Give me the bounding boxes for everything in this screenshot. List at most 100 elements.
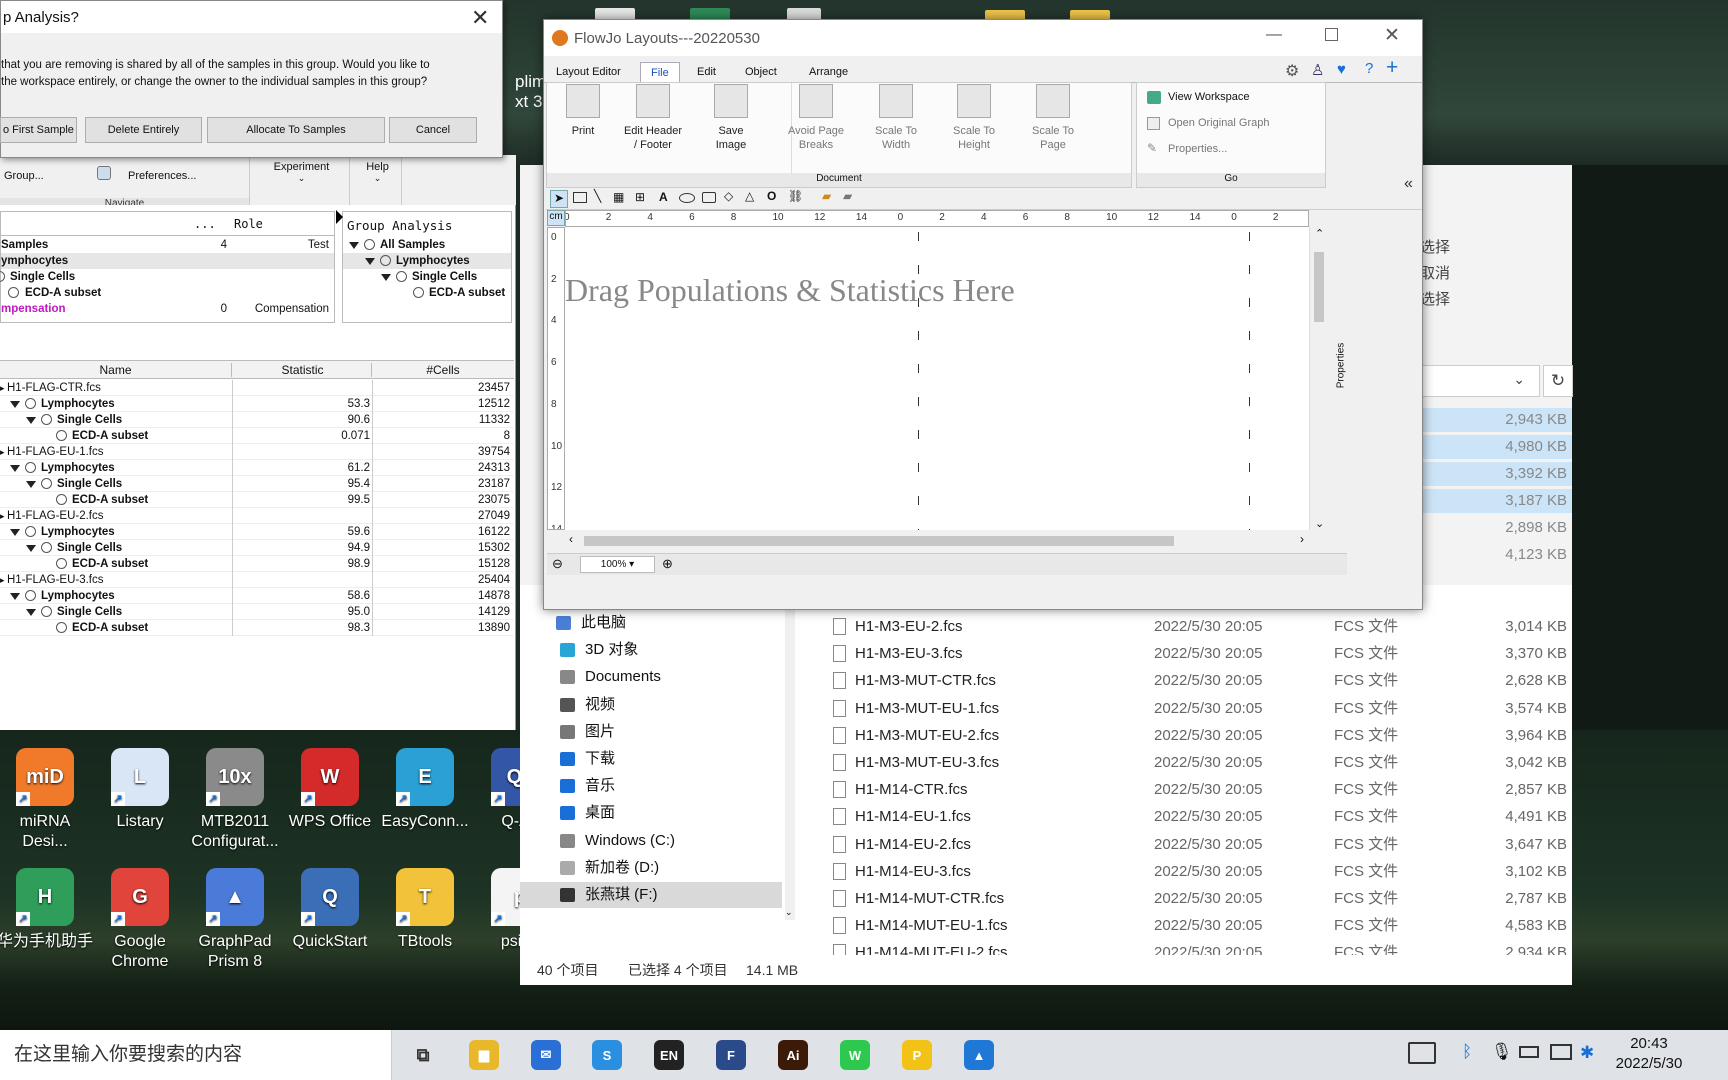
- zoom-out-icon[interactable]: ⊖: [552, 556, 563, 572]
- statistic-column-header[interactable]: Statistic: [234, 363, 372, 377]
- sample-row[interactable]: Lymphocytes 61.2 24313: [0, 460, 514, 476]
- scroll-thumb[interactable]: [1314, 252, 1324, 322]
- file-row[interactable]: H1-M14-MUT-CTR.fcs 2022/5/30 20:05 FCS 文件 2…: [520, 885, 1572, 912]
- desktop-icon[interactable]: 10x ↗ MTB2011 Configurat...: [187, 748, 283, 852]
- sample-row[interactable]: ▸ H1-FLAG-EU-2.fcs 27049: [0, 508, 514, 524]
- file-row[interactable]: H1-M3-EU-3.fcs 2022/5/30 20:05 FCS 文件 3,370…: [520, 640, 1572, 667]
- flowjo-icon[interactable]: F: [716, 1040, 746, 1070]
- sample-row[interactable]: ECD-A subset 0.071 8: [0, 428, 514, 444]
- security-icon[interactable]: ✱: [1580, 1043, 1594, 1063]
- expand-arrow-icon[interactable]: ▸: [0, 444, 5, 460]
- file-row[interactable]: H1-M3-MUT-EU-2.fcs 2022/5/30 20:05 FCS 文件 3…: [520, 722, 1572, 749]
- tab-arrange[interactable]: Arrange: [799, 62, 858, 82]
- sample-row[interactable]: Single Cells 95.4 23187: [0, 476, 514, 492]
- sample-row[interactable]: ECD-A subset 98.3 13890: [0, 620, 514, 636]
- microphone-icon[interactable]: 🎙: [1491, 1042, 1513, 1062]
- user-icon[interactable]: ♙: [1311, 61, 1324, 79]
- expand-triangle-icon[interactable]: [381, 274, 391, 281]
- preferences-button[interactable]: Preferences...: [128, 170, 196, 182]
- sogou-icon[interactable]: S: [592, 1040, 622, 1070]
- taskbar-search-input[interactable]: 在这里输入你要搜索的内容: [0, 1030, 392, 1080]
- line-tool-icon[interactable]: ╲: [594, 189, 601, 203]
- close-icon[interactable]: ✕: [1384, 24, 1400, 47]
- desktop-icon[interactable]: H ↗ 华为手机助手: [0, 868, 93, 952]
- deselect-label[interactable]: 取消: [1420, 261, 1450, 287]
- gear-icon[interactable]: ⚙: [1285, 61, 1299, 81]
- dots-column-header[interactable]: ...: [194, 217, 216, 231]
- file-row[interactable]: H1-M3-MUT-CTR.fcs 2022/5/30 20:05 FCS 文件 2,…: [520, 667, 1572, 694]
- sample-row[interactable]: ▸ H1-FLAG-EU-1.fcs 39754: [0, 444, 514, 460]
- tab-file[interactable]: File: [640, 62, 680, 83]
- expand-triangle-icon[interactable]: [10, 401, 20, 408]
- expand-triangle-icon[interactable]: [26, 609, 36, 616]
- file-row[interactable]: H1-M3-EU-2.fcs 2022/5/30 20:05 FCS 文件 3,014…: [520, 613, 1572, 640]
- maximize-icon[interactable]: [1325, 28, 1338, 41]
- save-image-button[interactable]: Save Image: [694, 84, 768, 152]
- select-all-label[interactable]: 选择: [1420, 235, 1450, 261]
- rounded-rect-tool-icon[interactable]: [702, 192, 716, 203]
- sample-row[interactable]: Lymphocytes 58.6 14878: [0, 588, 514, 604]
- cells-column-header[interactable]: #Cells: [374, 363, 512, 377]
- expand-triangle-icon[interactable]: [10, 465, 20, 472]
- delete-entirely-button[interactable]: Delete Entirely: [85, 117, 202, 143]
- sample-row[interactable]: ▸ H1-FLAG-EU-3.fcs 25404: [0, 572, 514, 588]
- analysis-tree-item[interactable]: All Samples: [343, 237, 511, 253]
- properties-button[interactable]: Properties...: [1168, 143, 1227, 155]
- explorer-icon[interactable]: ▆: [469, 1040, 499, 1070]
- diamond-tool-icon[interactable]: ◇: [724, 189, 733, 203]
- analysis-tree-item[interactable]: Single Cells: [343, 269, 511, 285]
- sample-row[interactable]: ▸ H1-FLAG-CTR.fcs 23457: [0, 380, 514, 396]
- name-column-header[interactable]: Name: [0, 363, 232, 377]
- sample-row[interactable]: Lymphocytes 53.3 12512: [0, 396, 514, 412]
- print-button[interactable]: Print: [546, 84, 620, 138]
- zoom-select[interactable]: 100% ▾: [580, 556, 655, 573]
- wechat-icon[interactable]: W: [840, 1040, 870, 1070]
- scale-to-page-button[interactable]: Scale To Page: [1016, 84, 1090, 152]
- expand-triangle-icon[interactable]: [365, 258, 375, 265]
- zoom-in-icon[interactable]: ⊕: [662, 556, 673, 572]
- expand-triangle-icon[interactable]: [26, 545, 36, 552]
- pane-collapse-icon[interactable]: [336, 210, 343, 224]
- allocate-to-samples-button[interactable]: Allocate To Samples: [207, 117, 385, 143]
- scale-to-height-button[interactable]: Scale To Height: [937, 84, 1011, 152]
- file-row[interactable]: H1-M14-EU-1.fcs 2022/5/30 20:05 FCS 文件 4,49…: [520, 803, 1572, 830]
- save-layout-icon[interactable]: ▰: [843, 189, 852, 203]
- chevron-left-icon[interactable]: ‹: [569, 532, 573, 546]
- link-tool-icon[interactable]: ⛓: [788, 189, 803, 203]
- tab-object[interactable]: Object: [735, 62, 787, 82]
- prism-icon[interactable]: P: [902, 1040, 932, 1070]
- sample-row[interactable]: ECD-A subset 98.9 15128: [0, 556, 514, 572]
- photos-icon[interactable]: ▲: [964, 1040, 994, 1070]
- tab-edit[interactable]: Edit: [687, 62, 726, 82]
- desktop-icon[interactable]: G ↗ Google Chrome: [92, 868, 188, 972]
- bluetooth-icon[interactable]: ᛒ: [1462, 1042, 1472, 1062]
- properties-side-tab[interactable]: Properties: [1330, 210, 1350, 530]
- analysis-tree-item[interactable]: ECD-A subset: [343, 285, 511, 301]
- view-workspace-button[interactable]: View Workspace: [1168, 91, 1250, 103]
- sample-row[interactable]: Single Cells 90.6 11332: [0, 412, 514, 428]
- group-row[interactable]: Samples 4 Test: [1, 237, 334, 253]
- first-sample-button[interactable]: o First Sample: [0, 117, 77, 143]
- desktop-icon[interactable]: E ↗ EasyConn...: [377, 748, 473, 832]
- cancel-button[interactable]: Cancel: [389, 117, 477, 143]
- horizontal-scrollbar[interactable]: ‹ ›: [547, 532, 1347, 550]
- vertical-scrollbar[interactable]: ⌃ ⌄: [1309, 227, 1327, 530]
- expand-arrow-icon[interactable]: ▸: [0, 508, 5, 524]
- pointer-tool-icon[interactable]: ➤: [550, 190, 568, 208]
- layout-canvas[interactable]: Drag Populations & Statistics Here: [565, 227, 1309, 530]
- text-tool-icon[interactable]: A: [659, 190, 668, 204]
- formula-tool-icon[interactable]: O: [767, 189, 776, 203]
- group-row[interactable]: mpensation 0 Compensation: [1, 301, 334, 317]
- add-icon[interactable]: +: [1386, 56, 1398, 80]
- expand-triangle-icon[interactable]: [349, 242, 359, 249]
- desktop-icon[interactable]: miD ↗ miRNA Desi...: [0, 748, 93, 852]
- ruler-unit[interactable]: cm: [547, 210, 565, 226]
- heart-icon[interactable]: ♥: [1337, 61, 1346, 78]
- mail-icon[interactable]: ✉: [531, 1040, 561, 1070]
- file-row[interactable]: H1-M3-MUT-EU-1.fcs 2022/5/30 20:05 FCS 文件 3…: [520, 695, 1572, 722]
- task-view-icon[interactable]: ⧉: [408, 1040, 438, 1070]
- scale-to-width-button[interactable]: Scale To Width: [859, 84, 933, 152]
- experiment-menu[interactable]: Experiment ⌄: [254, 155, 350, 210]
- group-menu-item[interactable]: Group...: [4, 170, 44, 182]
- chevron-down-icon[interactable]: ⌄: [1513, 371, 1525, 388]
